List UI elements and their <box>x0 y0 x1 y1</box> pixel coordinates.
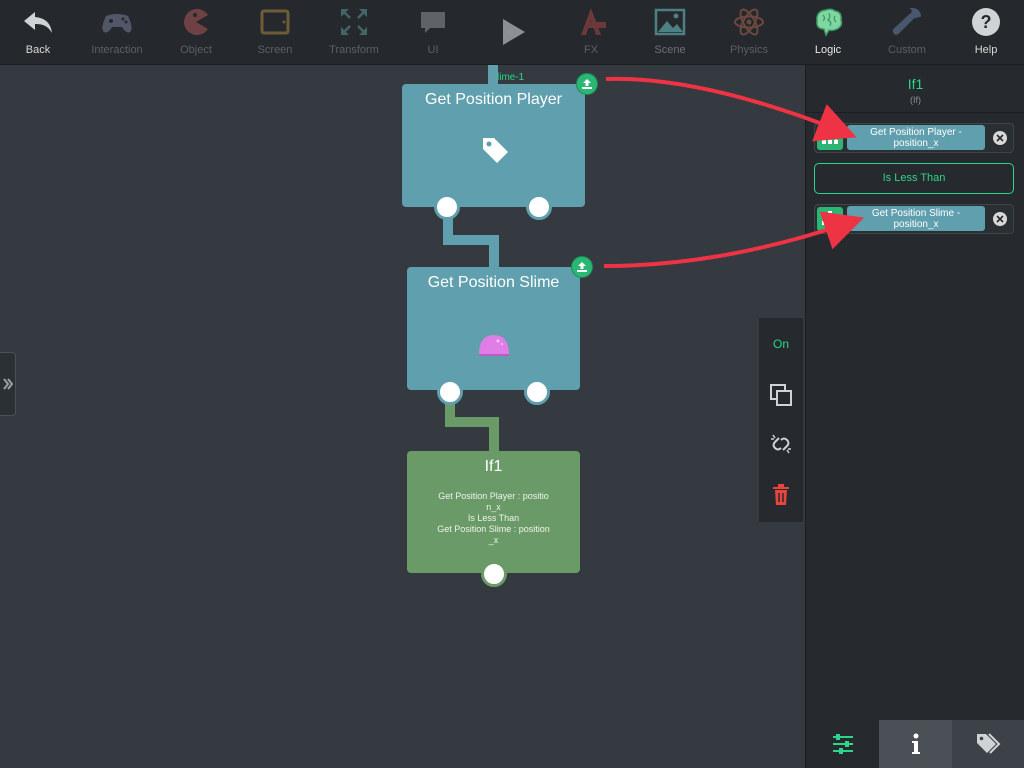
output-port[interactable] <box>524 379 550 405</box>
output-port[interactable] <box>437 379 463 405</box>
operand-line1: Get Position Slime - <box>871 207 961 219</box>
play-icon <box>503 19 525 45</box>
object-button[interactable]: Object <box>158 0 234 64</box>
tablet-icon <box>260 9 290 35</box>
panel-title: If1 <box>907 76 924 92</box>
fx-label: FX <box>583 44 599 56</box>
condition-line: Get Position Slime : position <box>437 524 550 534</box>
node-canvas[interactable]: lime-1 Get Position Player Get Position … <box>0 65 805 768</box>
logic-label: Logic <box>814 44 842 56</box>
pacman-icon <box>184 9 208 36</box>
info-icon <box>911 733 920 754</box>
back-button[interactable]: Back <box>0 0 76 64</box>
transform-button[interactable]: Transform <box>316 0 392 64</box>
condition-line: n_x <box>486 502 501 512</box>
transform-label: Transform <box>329 44 379 56</box>
output-port[interactable] <box>526 194 552 220</box>
unlink-icon[interactable] <box>769 432 793 456</box>
condition-line: Is Less Than <box>467 513 520 523</box>
gamepad-icon <box>102 14 132 33</box>
tab-settings[interactable] <box>806 720 879 768</box>
on-toggle[interactable]: On <box>759 337 803 351</box>
screen-button[interactable]: Screen <box>237 0 313 64</box>
ui-label: UI <box>427 44 439 56</box>
custom-label: Custom <box>888 44 926 56</box>
operand-line2: position_x <box>893 218 939 230</box>
custom-button[interactable]: Custom <box>869 0 945 64</box>
export-icon[interactable] <box>571 256 593 278</box>
atom-icon <box>734 8 764 36</box>
left-operand-value[interactable]: Get Position Player - position_x <box>847 125 985 150</box>
left-operand-row: Get Position Player - position_x <box>814 123 1014 153</box>
sliders-icon <box>832 734 853 754</box>
tab-tags[interactable] <box>952 720 1024 768</box>
duplicate-icon[interactable] <box>769 383 793 407</box>
logic-button[interactable]: Logic <box>790 0 866 64</box>
physics-button[interactable]: Physics <box>711 0 787 64</box>
node-context-toolbar: On <box>759 318 803 522</box>
physics-label: Physics <box>730 44 768 56</box>
condition-line: Get Position Player : positio <box>438 491 549 501</box>
tab-info[interactable] <box>879 720 952 768</box>
output-port[interactable] <box>434 194 460 220</box>
landscape-image-icon <box>654 8 686 36</box>
panel-tab-bar <box>806 720 1024 768</box>
operand-line1: Get Position Player - <box>870 126 962 138</box>
node-if1[interactable]: If1 Get Position Player : positio n_x Is… <box>407 451 580 587</box>
drawer-expand-icon <box>2 378 13 390</box>
interaction-button[interactable]: Interaction <box>79 0 155 64</box>
help-button[interactable]: ? Help <box>948 0 1024 64</box>
if-condition-summary: Get Position Player : positio n_x Is Les… <box>417 491 570 546</box>
export-icon[interactable] <box>576 73 598 95</box>
operand-line2: position_x <box>893 137 939 149</box>
top-toolbar: Back Interaction Object Screen Transform… <box>0 0 1024 65</box>
properties-panel: If1 (If) Get Position Player - position_x… <box>805 65 1024 768</box>
ui-button[interactable]: UI <box>395 0 471 64</box>
tags-icon <box>976 733 1000 754</box>
interaction-label: Interaction <box>91 44 143 56</box>
hierarchy-icon[interactable] <box>817 126 843 150</box>
wrench-icon <box>892 7 922 35</box>
output-port[interactable] <box>481 561 507 587</box>
divider <box>806 112 1024 113</box>
condition-line: _x <box>488 535 499 545</box>
node-get-position-slime[interactable]: Get Position Slime <box>407 267 580 405</box>
clear-icon[interactable] <box>993 131 1007 145</box>
clear-icon[interactable] <box>993 212 1007 226</box>
scene-label: Scene <box>654 44 686 56</box>
fx-icon <box>581 8 606 35</box>
trash-icon[interactable] <box>771 484 791 506</box>
back-label: Back <box>25 44 51 56</box>
panel-subtitle: (If) <box>910 95 921 105</box>
node-title: Get Position Player <box>425 91 562 108</box>
brain-icon <box>816 8 843 37</box>
node-title: Get Position Slime <box>427 274 560 291</box>
comparison-operator-button[interactable]: Is Less Than <box>814 163 1014 194</box>
help-icon: ? <box>972 8 1000 36</box>
object-label: Object <box>180 44 212 56</box>
back-arrow-icon <box>24 12 52 33</box>
node-title: If1 <box>484 458 503 475</box>
tag-icon <box>483 138 508 163</box>
left-drawer-handle[interactable] <box>0 352 16 416</box>
parent-label: lime-1 <box>497 72 525 83</box>
right-operand-value[interactable]: Get Position Slime - position_x <box>847 206 985 231</box>
fx-button[interactable]: FX <box>553 0 629 64</box>
right-operand-row: Get Position Slime - position_x <box>814 204 1014 234</box>
svg-text:?: ? <box>981 12 992 32</box>
screen-label: Screen <box>257 44 293 56</box>
node-get-position-player[interactable]: Get Position Player <box>402 84 585 220</box>
scene-button[interactable]: Scene <box>632 0 708 64</box>
slime-icon <box>479 335 509 356</box>
help-label: Help <box>974 44 998 56</box>
hierarchy-icon[interactable] <box>817 207 843 231</box>
play-button[interactable] <box>474 0 550 64</box>
expand-arrows-icon <box>341 9 367 35</box>
speech-bubble-icon <box>421 12 445 33</box>
